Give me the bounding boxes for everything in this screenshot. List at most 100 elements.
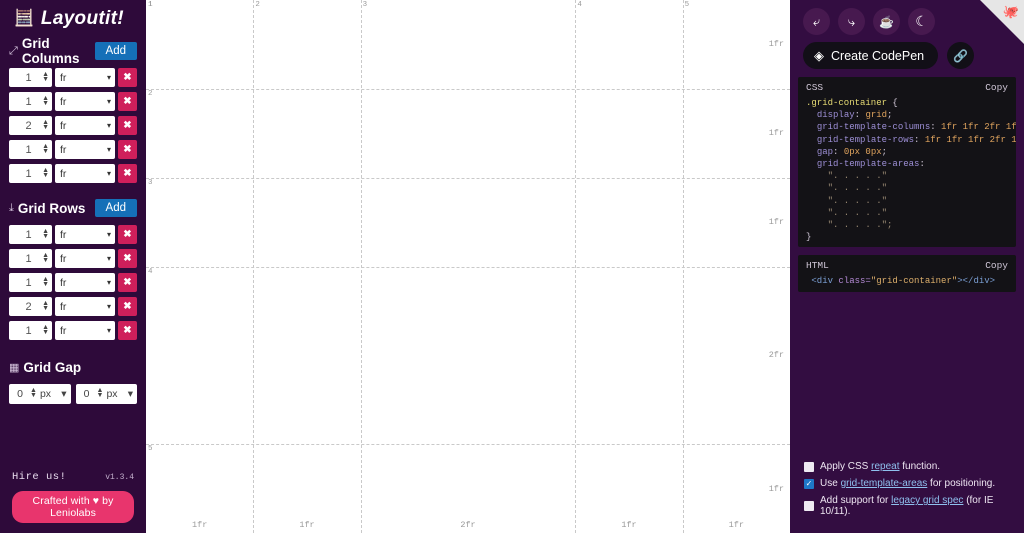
undo-button[interactable]: ⤶ [803, 8, 830, 35]
row-gap-value[interactable]: 0 [13, 388, 27, 400]
column-size-label: 1fr [299, 520, 315, 530]
stepper-arrows-icon[interactable]: ▲ ▼ [42, 324, 49, 336]
stepper-arrows-icon[interactable]: ▲ ▼ [42, 95, 49, 107]
copy-css-button[interactable]: Copy [985, 82, 1008, 93]
columns-icon: ⤢ [9, 44, 18, 57]
delete-row-button[interactable]: ✖ [118, 297, 137, 316]
row-unit-select[interactable]: fr ▾ [55, 321, 115, 340]
html-code-content[interactable]: <div class="grid-container"></div> [798, 275, 1016, 287]
close-x-icon: ✖ [123, 253, 132, 264]
create-codepen-button[interactable]: ◈ Create CodePen [803, 42, 939, 69]
grid-line-horizontal[interactable] [146, 88, 790, 90]
column-size-stepper[interactable]: 1 ▲ ▼ [9, 68, 52, 87]
row-unit-select[interactable]: fr ▾ [55, 273, 115, 292]
share-link-button[interactable]: 🔗 [947, 42, 975, 69]
delete-column-button[interactable]: ✖ [118, 92, 137, 111]
row-size-stepper[interactable]: 1 ▲ ▼ [9, 321, 52, 340]
column-size-stepper[interactable]: 1 ▲ ▼ [9, 164, 52, 183]
delete-column-button[interactable]: ✖ [118, 116, 137, 135]
column-size-stepper[interactable]: 2 ▲ ▼ [9, 116, 52, 135]
redo-button[interactable]: ⤷ [838, 8, 865, 35]
stepper-arrows-icon[interactable]: ▲ ▼ [42, 119, 49, 131]
column-unit-select[interactable]: fr ▾ [55, 140, 115, 159]
crafted-by-badge[interactable]: Crafted with ♥ by Leniolabs [12, 491, 134, 523]
codepen-icon: ◈ [814, 47, 824, 63]
column-size-value[interactable]: 1 [9, 144, 42, 156]
grid-line-horizontal[interactable] [146, 266, 790, 268]
column-size-value[interactable]: 1 [9, 96, 42, 108]
stepper-arrows-icon[interactable]: ▲ ▼ [42, 167, 49, 179]
column-gap-unit[interactable]: px [106, 388, 124, 400]
delete-column-button[interactable]: ✖ [118, 68, 137, 87]
column-size-value[interactable]: 1 [9, 168, 42, 180]
grid-area[interactable]: 1234561234561fr1fr2fr1fr1fr1fr1fr1fr2fr1… [146, 0, 790, 533]
row-unit-select[interactable]: fr ▾ [55, 249, 115, 268]
row-size-stepper[interactable]: 2 ▲ ▼ [9, 297, 52, 316]
close-x-icon: ✖ [123, 229, 132, 240]
row-size-value[interactable]: 1 [9, 325, 42, 337]
column-size-stepper[interactable]: 1 ▲ ▼ [9, 140, 52, 159]
add-row-button[interactable]: Add [94, 199, 137, 217]
column-size-value[interactable]: 1 [9, 72, 42, 84]
grid-gap-header: ▦ Grid Gap [0, 356, 146, 378]
row-gap-spinner-icon[interactable]: ▲ ▼ [30, 387, 37, 399]
row-size-label: 2fr [768, 350, 784, 361]
delete-column-button[interactable]: ✖ [118, 140, 137, 159]
option-link[interactable]: grid-template-areas [841, 478, 928, 489]
row-gap-stepper[interactable]: 0 ▲ ▼ px ▾ [9, 384, 71, 404]
row-unit-select[interactable]: fr ▾ [55, 225, 115, 244]
stepper-arrows-icon[interactable]: ▲ ▼ [42, 228, 49, 240]
css-code-content[interactable]: .grid-container { display: grid; grid-te… [798, 97, 1016, 243]
column-size-value[interactable]: 2 [9, 120, 42, 132]
delete-column-button[interactable]: ✖ [118, 164, 137, 183]
github-corner-link[interactable]: 🐙 [980, 0, 1024, 44]
row-size-value[interactable]: 2 [9, 301, 42, 313]
option-label: Apply CSS repeat function. [820, 461, 940, 472]
delete-row-button[interactable]: ✖ [118, 273, 137, 292]
column-unit-select[interactable]: fr ▾ [55, 164, 115, 183]
grid-canvas[interactable]: 1234561234561fr1fr2fr1fr1fr1fr1fr1fr2fr1… [146, 0, 790, 533]
row-size-stepper[interactable]: 1 ▲ ▼ [9, 225, 52, 244]
grid-line-horizontal[interactable] [146, 444, 790, 446]
row-unit-value: fr [60, 324, 67, 337]
stepper-arrows-icon[interactable]: ▲ ▼ [42, 71, 49, 83]
add-column-button[interactable]: Add [94, 42, 137, 60]
stepper-arrows-icon[interactable]: ▲ ▼ [42, 300, 49, 312]
right-panel: ⤶ ⤷ ☕ ☾ ◈ Create CodePen 🔗 CSS Copy .gri… [790, 0, 1024, 533]
chevron-down-icon: ▾ [106, 121, 111, 130]
column-gap-spinner-icon[interactable]: ▲ ▼ [97, 387, 104, 399]
row-size-value[interactable]: 1 [9, 277, 42, 289]
column-gap-value[interactable]: 0 [80, 388, 94, 400]
column-gap-stepper[interactable]: 0 ▲ ▼ px ▾ [75, 384, 137, 404]
column-unit-select[interactable]: fr ▾ [55, 116, 115, 135]
delete-row-button[interactable]: ✖ [118, 249, 137, 268]
option-checkbox[interactable] [804, 461, 814, 472]
column-unit-select[interactable]: fr ▾ [55, 68, 115, 87]
column-size-stepper[interactable]: 1 ▲ ▼ [9, 92, 52, 111]
row-size-stepper[interactable]: 1 ▲ ▼ [9, 273, 52, 292]
dark-mode-button[interactable]: ☾ [908, 8, 935, 35]
grid-line-horizontal[interactable] [146, 177, 790, 179]
hire-us-link[interactable]: Hire us! [12, 471, 66, 483]
delete-row-button[interactable]: ✖ [118, 321, 137, 340]
row-size-stepper[interactable]: 1 ▲ ▼ [9, 249, 52, 268]
column-unit-select[interactable]: fr ▾ [55, 92, 115, 111]
chevron-down-icon[interactable]: ▾ [128, 388, 133, 400]
moon-icon: ☾ [915, 13, 928, 29]
copy-html-button[interactable]: Copy [985, 260, 1008, 271]
stepper-arrows-icon[interactable]: ▲ ▼ [42, 143, 49, 155]
row-size-value[interactable]: 1 [9, 229, 42, 241]
chevron-down-icon[interactable]: ▾ [61, 388, 66, 400]
option-link[interactable]: legacy grid spec [891, 495, 963, 506]
row-unit-select[interactable]: fr ▾ [55, 297, 115, 316]
option-checkbox[interactable] [804, 501, 814, 511]
trash-button[interactable]: ☕ [873, 8, 900, 35]
option-checkbox[interactable]: ✓ [804, 478, 814, 489]
delete-row-button[interactable]: ✖ [118, 225, 137, 244]
row-gap-unit[interactable]: px [40, 388, 58, 400]
action-row: ◈ Create CodePen 🔗 [803, 42, 1016, 69]
option-link[interactable]: repeat [871, 461, 899, 472]
row-size-value[interactable]: 1 [9, 253, 42, 265]
stepper-arrows-icon[interactable]: ▲ ▼ [42, 276, 49, 288]
stepper-arrows-icon[interactable]: ▲ ▼ [42, 252, 49, 264]
